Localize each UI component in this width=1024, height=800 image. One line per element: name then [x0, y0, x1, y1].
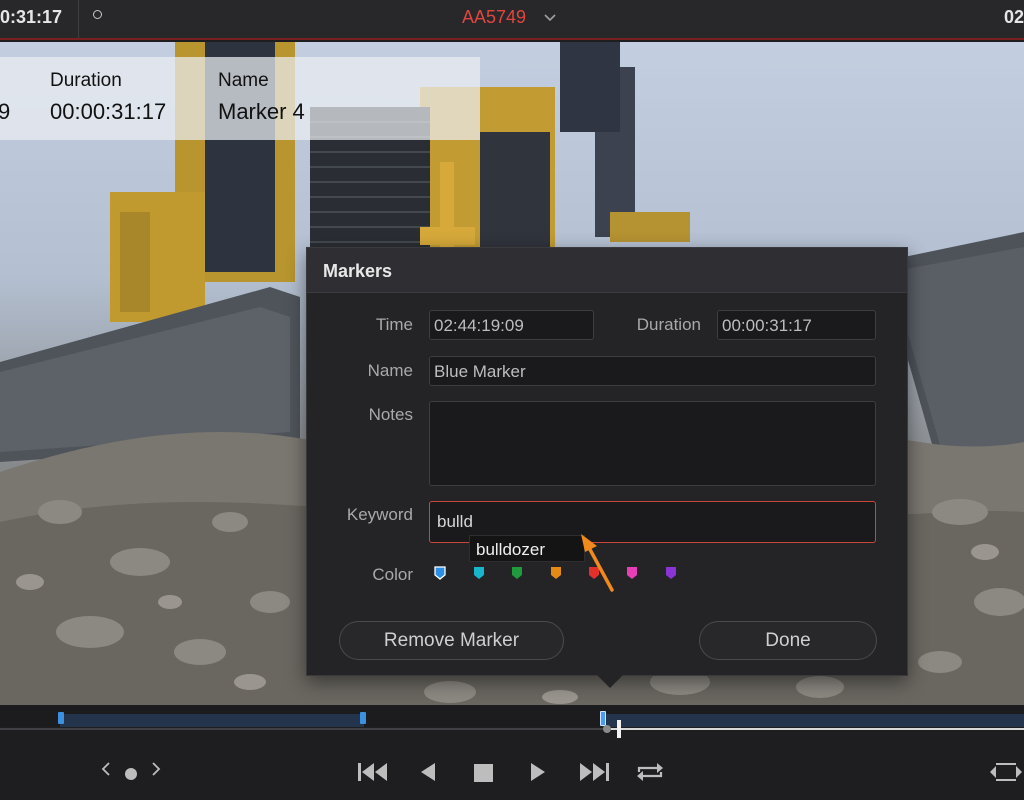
play-icon[interactable] — [530, 762, 546, 787]
marker-flag-icon[interactable] — [58, 712, 64, 724]
color-label: Color — [372, 565, 413, 584]
keyword-label: Keyword — [346, 505, 413, 524]
color-swatch-green[interactable] — [511, 566, 522, 579]
color-swatch-blue[interactable] — [434, 566, 446, 580]
color-swatch-cyan[interactable] — [473, 566, 484, 579]
time-label: Time — [375, 315, 413, 334]
next-icon[interactable] — [151, 761, 161, 782]
mini-timeline[interactable] — [0, 705, 1024, 727]
loop-icon[interactable] — [635, 761, 665, 788]
dialog-pointer — [597, 675, 623, 688]
marker-flag-icon[interactable] — [360, 712, 366, 724]
overlay-duration-value: 00:00:31:17 — [50, 99, 167, 124]
overlay-name-label: Name — [218, 70, 269, 91]
time-field[interactable]: 02:44:19:09 — [429, 310, 594, 340]
dot-icon[interactable] — [124, 767, 138, 786]
done-button[interactable]: Done — [699, 621, 877, 660]
header-divider — [78, 0, 79, 38]
color-swatch-purple[interactable] — [665, 566, 676, 579]
timecode-left: 0:31:17 — [0, 7, 63, 27]
playhead[interactable] — [617, 720, 621, 738]
name-field[interactable]: Blue Marker — [429, 356, 876, 386]
name-label: Name — [367, 361, 413, 380]
dialog-title: Markers — [323, 261, 393, 281]
record-dot-icon[interactable] — [93, 10, 102, 19]
jump-start-icon[interactable] — [357, 762, 389, 787]
overlay-duration-label: Duration — [50, 70, 122, 91]
clip-title[interactable]: AA5749 — [462, 7, 526, 28]
scrub-handle[interactable] — [603, 725, 611, 733]
stop-icon[interactable] — [474, 764, 494, 787]
marker-flag-icon[interactable] — [600, 711, 606, 726]
reverse-play-icon[interactable] — [420, 762, 436, 787]
prev-icon[interactable] — [101, 761, 111, 782]
arrow-pointer-icon — [581, 534, 614, 592]
jump-end-icon[interactable] — [578, 762, 610, 787]
fullscreen-icon[interactable] — [990, 762, 1022, 787]
marker-range-bar[interactable] — [602, 714, 1024, 727]
duration-field[interactable]: 00:00:31:17 — [717, 310, 876, 340]
marker-info-overlay: 9 Duration 00:00:31:17 Name Marker 4 — [0, 57, 480, 140]
marker-range-bar[interactable] — [60, 714, 364, 727]
keyword-suggestion[interactable]: bulldozer — [469, 535, 585, 562]
overlay-name-value: Marker 4 — [218, 99, 305, 124]
color-swatch-orange[interactable] — [550, 566, 561, 579]
notes-label: Notes — [368, 405, 413, 424]
dialog-header[interactable]: Markers — [307, 248, 907, 293]
transport-controls — [0, 738, 1024, 800]
notes-textarea[interactable] — [429, 401, 876, 486]
viewer-header: 0:31:17 AA5749 02 — [0, 0, 1024, 40]
chevron-down-icon[interactable] — [544, 9, 556, 25]
scrub-bar-fill — [607, 728, 1024, 730]
timecode-right: 02 — [1003, 7, 1024, 27]
color-swatch-pink[interactable] — [626, 566, 637, 579]
duration-label: Duration — [636, 315, 701, 334]
remove-marker-button[interactable]: Remove Marker — [339, 621, 564, 660]
overlay-time-value: 9 — [0, 99, 11, 124]
markers-dialog: Markers Time 02:44:19:09 Duration 00:00:… — [306, 247, 908, 688]
